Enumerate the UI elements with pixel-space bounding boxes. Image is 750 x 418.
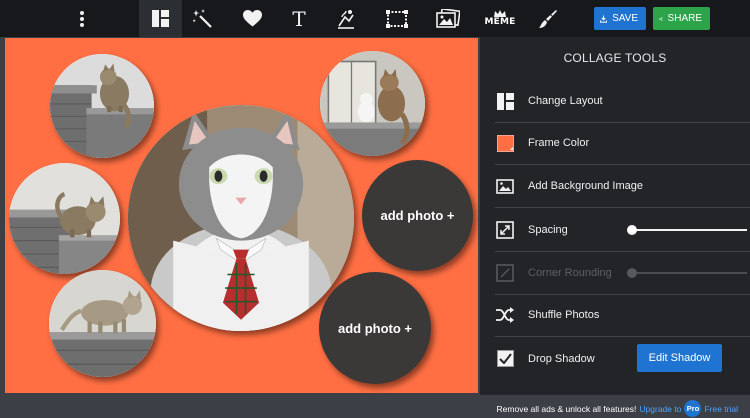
panel-title: COLLAGE TOOLS — [563, 51, 667, 65]
share-button[interactable]: SHARE — [653, 7, 710, 30]
heart-icon — [242, 10, 262, 27]
drop-shadow-checkbox[interactable] — [496, 350, 514, 367]
draw-tool-button[interactable] — [528, 0, 568, 37]
empty-slot-bottom[interactable]: add photo + — [319, 272, 431, 384]
meme-icon: MEME — [484, 10, 515, 27]
color-swatch-icon — [495, 133, 515, 153]
cat-walking-photo — [49, 270, 156, 377]
add-photo-label: add photo + — [380, 208, 455, 223]
save-label: SAVE — [612, 13, 638, 24]
drop-shadow-checkbox-wrap — [495, 349, 515, 369]
image-icon — [495, 176, 515, 196]
cat-wall-photo — [9, 163, 120, 274]
cats-window-photo — [320, 51, 425, 156]
shuffle-photos-row[interactable]: Shuffle Photos — [495, 294, 750, 337]
frame-icon — [386, 9, 408, 28]
crown-icon — [493, 10, 506, 17]
clipart-tool-button[interactable] — [326, 0, 366, 37]
layout-icon — [152, 10, 169, 27]
footer-bar: Remove all ads & unlock all features! Up… — [0, 395, 750, 418]
add-photo-label: add photo + — [337, 320, 413, 336]
collage-editor: T MEME SAVE SHARE add photo + add photo … — [0, 0, 750, 418]
upgrade-message: Remove all ads & unlock all features! — [496, 403, 637, 414]
drop-shadow-row: Drop Shadow Edit Shadow — [495, 337, 750, 380]
spacing-label: Spacing — [528, 224, 568, 236]
shuffle-icon — [495, 305, 515, 325]
empty-slot-right[interactable]: add photo + — [362, 160, 473, 271]
pro-badge[interactable]: Pro — [684, 400, 702, 417]
text-tool-button[interactable]: T — [279, 0, 319, 37]
checkmark-icon — [498, 353, 512, 364]
change-layout-label: Change Layout — [528, 95, 603, 107]
stickers-tool-button[interactable] — [232, 0, 272, 37]
meme-label: MEME — [484, 17, 516, 27]
save-button[interactable]: SAVE — [594, 7, 646, 30]
add-background-image-row[interactable]: Add Background Image — [495, 165, 750, 208]
layout-icon — [495, 91, 515, 111]
effects-tool-button[interactable] — [183, 0, 223, 37]
add-background-image-label: Add Background Image — [528, 180, 643, 192]
magic-wand-icon — [193, 8, 212, 28]
cat-photo — [50, 54, 154, 158]
upgrade-banner: Remove all ads & unlock all features! Up… — [497, 400, 738, 417]
photo-main-cat-with-tie[interactable] — [128, 105, 354, 331]
more-menu-button[interactable] — [62, 0, 102, 37]
spacing-slider[interactable] — [627, 225, 747, 235]
collage-tools-panel: COLLAGE TOOLS Change Layout Frame Color … — [480, 37, 750, 395]
corner-rounding-slider — [627, 268, 747, 278]
upgrade-link[interactable]: Upgrade to — [639, 404, 681, 414]
photo-cat-walking-bottom-left[interactable] — [49, 270, 156, 377]
change-layout-row[interactable]: Change Layout — [495, 80, 750, 123]
frame-tool-button[interactable] — [377, 0, 417, 37]
spacing-row: Spacing — [495, 209, 750, 252]
main-cat-photo — [128, 105, 354, 331]
share-icon — [659, 16, 663, 21]
clipart-icon — [338, 9, 354, 29]
free-trial-link[interactable]: Free trial — [704, 404, 738, 414]
resize-icon — [495, 220, 515, 240]
download-icon — [600, 14, 608, 23]
photo-cat-on-wall-middle-left[interactable] — [9, 163, 120, 274]
paintbrush-icon — [539, 9, 557, 28]
photos-tool-button[interactable] — [428, 0, 468, 37]
corner-icon — [495, 263, 515, 283]
top-toolbar: T MEME SAVE SHARE — [0, 0, 750, 37]
share-label: SHARE — [667, 13, 702, 24]
collage-canvas: add photo + add photo + — [5, 38, 478, 393]
edit-shadow-button[interactable]: Edit Shadow — [637, 344, 722, 372]
corner-rounding-slider-handle — [627, 268, 637, 278]
photo-icon — [436, 8, 460, 28]
shuffle-photos-label: Shuffle Photos — [528, 309, 600, 321]
canvas-area: add photo + add photo + — [0, 37, 480, 395]
meme-tool-button[interactable]: MEME — [480, 0, 520, 37]
layout-tool-button[interactable] — [139, 0, 182, 37]
frame-color-row[interactable]: Frame Color — [495, 122, 750, 165]
more-vertical-icon — [80, 10, 84, 27]
photo-cats-window[interactable] — [320, 51, 425, 156]
corner-rounding-row: Corner Rounding — [495, 252, 750, 295]
text-icon: T — [292, 6, 306, 31]
corner-rounding-label: Corner Rounding — [528, 267, 612, 279]
spacing-slider-handle[interactable] — [627, 225, 637, 235]
drop-shadow-label: Drop Shadow — [528, 352, 595, 365]
frame-color-label: Frame Color — [528, 137, 590, 149]
photo-cat-on-wall-top-left[interactable] — [50, 54, 154, 158]
